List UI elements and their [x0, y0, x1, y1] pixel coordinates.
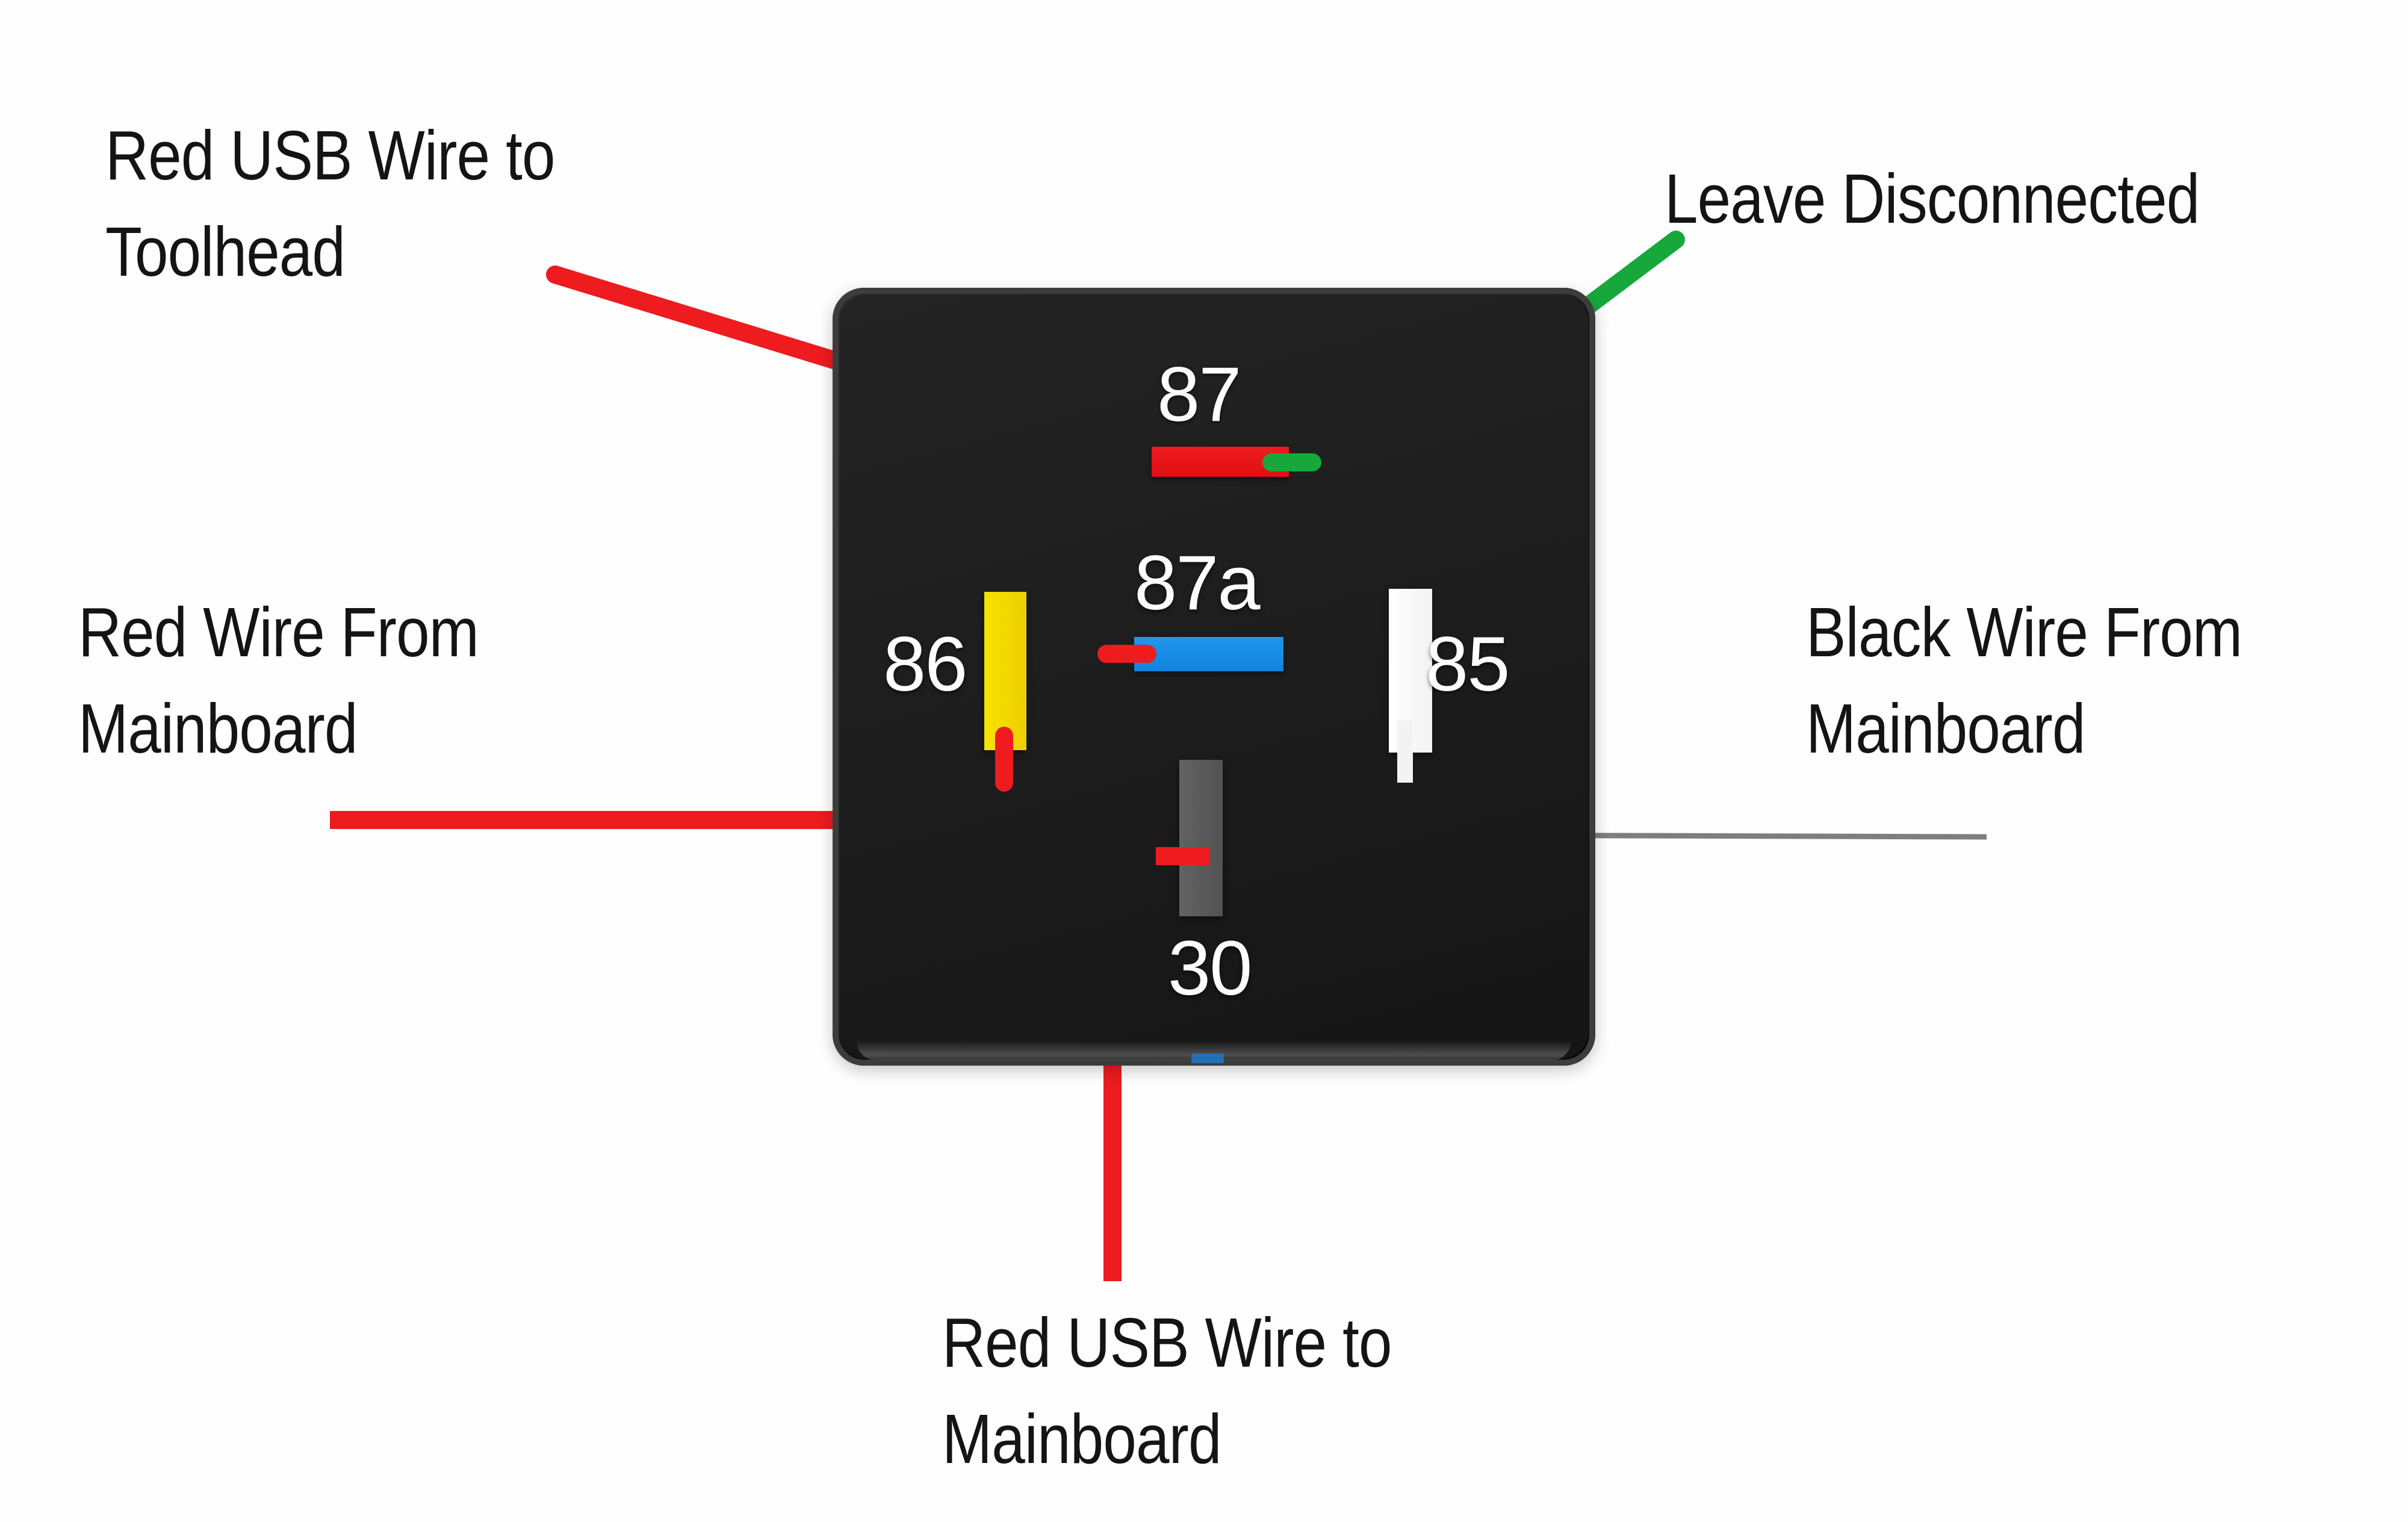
annotation-red-usb-to-mainboard: Red USB Wire to Mainboard [942, 1303, 1392, 1479]
terminal-label-87a: 87a [1134, 540, 1261, 626]
annotation-red-usb-to-toolhead: Red USB Wire to Toolhead [105, 116, 555, 291]
terminal-label-85: 85 [1426, 621, 1510, 707]
terminal-30-pad [1179, 760, 1223, 916]
annotation-leave-disconnected: Leave Disconnected [1665, 160, 2200, 238]
relay-blue-marking [1191, 1054, 1224, 1063]
terminal-87-pad [1152, 447, 1289, 477]
terminal-label-86: 86 [883, 621, 967, 707]
terminal-label-30: 30 [1168, 925, 1252, 1011]
terminal-label-87: 87 [1157, 352, 1241, 438]
diagram-canvas: 87 87a 86 85 30 Red USB Wire to Toolhead… [0, 0, 2408, 1522]
annotation-black-wire-from-mainboard: Black Wire From Mainboard [1806, 593, 2242, 768]
annotation-red-wire-from-mainboard: Red Wire From Mainboard [78, 593, 479, 768]
terminal-86-pad [984, 592, 1026, 750]
terminal-87a-pad [1134, 637, 1283, 671]
